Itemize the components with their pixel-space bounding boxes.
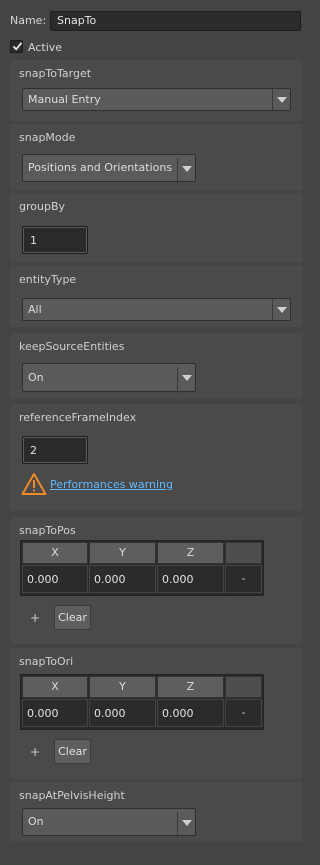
remove-row-button[interactable]: -: [225, 565, 262, 593]
panel-snap-at-pelvis-height: snapAtPelvisHeight On: [10, 782, 303, 842]
remove-row-button[interactable]: -: [225, 699, 262, 727]
name-input[interactable]: SnapTo: [50, 11, 301, 31]
entity-type-dropdown[interactable]: All: [22, 298, 291, 321]
field-label: snapMode: [19, 131, 76, 144]
chevron-down-icon: [272, 299, 290, 320]
add-row-button[interactable]: +: [30, 745, 40, 759]
name-label: Name:: [10, 14, 47, 27]
field-label: snapAtPelvisHeight: [19, 789, 125, 802]
field-label: groupBy: [19, 200, 66, 213]
dropdown-value: All: [28, 303, 42, 316]
input-value: 1: [30, 234, 37, 247]
clear-button[interactable]: Clear: [54, 739, 91, 764]
column-header-x: X: [22, 676, 88, 698]
snap-to-pos-table: X Y Z 0.000 0.000 0.000 -: [20, 540, 264, 596]
cell-y[interactable]: 0.000: [89, 565, 156, 593]
panel-entity-type: entityType All: [10, 266, 303, 327]
active-checkbox[interactable]: [10, 40, 23, 53]
panel-snap-to-ori: snapToOri X Y Z 0.000 0.000 0.000 - + Cl…: [10, 648, 303, 779]
column-header-actions: [225, 676, 262, 698]
column-header-z: Z: [157, 676, 224, 698]
cell-z[interactable]: 0.000: [157, 565, 224, 593]
chevron-down-icon: [177, 812, 195, 838]
reference-frame-index-input[interactable]: 2: [22, 436, 88, 464]
dropdown-value: Manual Entry: [28, 93, 101, 106]
chevron-down-icon: [272, 89, 290, 110]
panel-keep-source-entities: keepSourceEntities On: [10, 333, 303, 399]
chevron-down-icon: [177, 367, 195, 394]
panel-snap-to-pos: snapToPos X Y Z 0.000 0.000 0.000 - + Cl…: [10, 517, 303, 644]
snap-to-ori-table: X Y Z 0.000 0.000 0.000 -: [20, 674, 264, 730]
dropdown-value: Positions and Orientations: [28, 161, 173, 174]
field-label: snapToOri: [19, 655, 74, 668]
field-label: referenceFrameIndex: [19, 411, 137, 424]
panel-snap-mode: snapMode Positions and Orientations: [10, 124, 303, 190]
cell-y[interactable]: 0.000: [89, 699, 156, 727]
snap-mode-dropdown[interactable]: Positions and Orientations: [22, 154, 196, 184]
cell-x[interactable]: 0.000: [22, 699, 88, 727]
checkmark-icon: [12, 42, 23, 51]
snap-at-pelvis-height-dropdown[interactable]: On: [22, 808, 196, 838]
active-label: Active: [28, 41, 63, 54]
dropdown-value: On: [28, 371, 44, 384]
field-label: entityType: [19, 273, 77, 286]
cell-x[interactable]: 0.000: [22, 565, 88, 593]
column-header-z: Z: [157, 542, 224, 564]
group-by-input[interactable]: 1: [22, 226, 88, 254]
column-header-actions: [225, 542, 262, 564]
keep-source-entities-dropdown[interactable]: On: [22, 363, 196, 394]
add-row-button[interactable]: +: [30, 611, 40, 625]
warning-icon: [21, 473, 47, 495]
panel-snap-to-target: snapToTarget Manual Entry: [10, 60, 303, 121]
column-header-y: Y: [89, 676, 156, 698]
dropdown-value: On: [28, 815, 44, 828]
input-value: 2: [30, 444, 37, 457]
chevron-down-icon: [177, 158, 195, 184]
field-label: keepSourceEntities: [19, 340, 125, 353]
panel-group-by: groupBy 1: [10, 193, 303, 262]
field-label: snapToPos: [19, 524, 76, 537]
column-header-y: Y: [89, 542, 156, 564]
panel-reference-frame-index: referenceFrameIndex 2 Performances warni…: [10, 404, 303, 511]
field-label: snapToTarget: [19, 67, 92, 80]
cell-z[interactable]: 0.000: [157, 699, 224, 727]
performances-warning-link[interactable]: Performances warning: [50, 478, 173, 491]
column-header-x: X: [22, 542, 88, 564]
clear-button[interactable]: Clear: [54, 605, 91, 630]
snap-to-target-dropdown[interactable]: Manual Entry: [22, 88, 291, 111]
